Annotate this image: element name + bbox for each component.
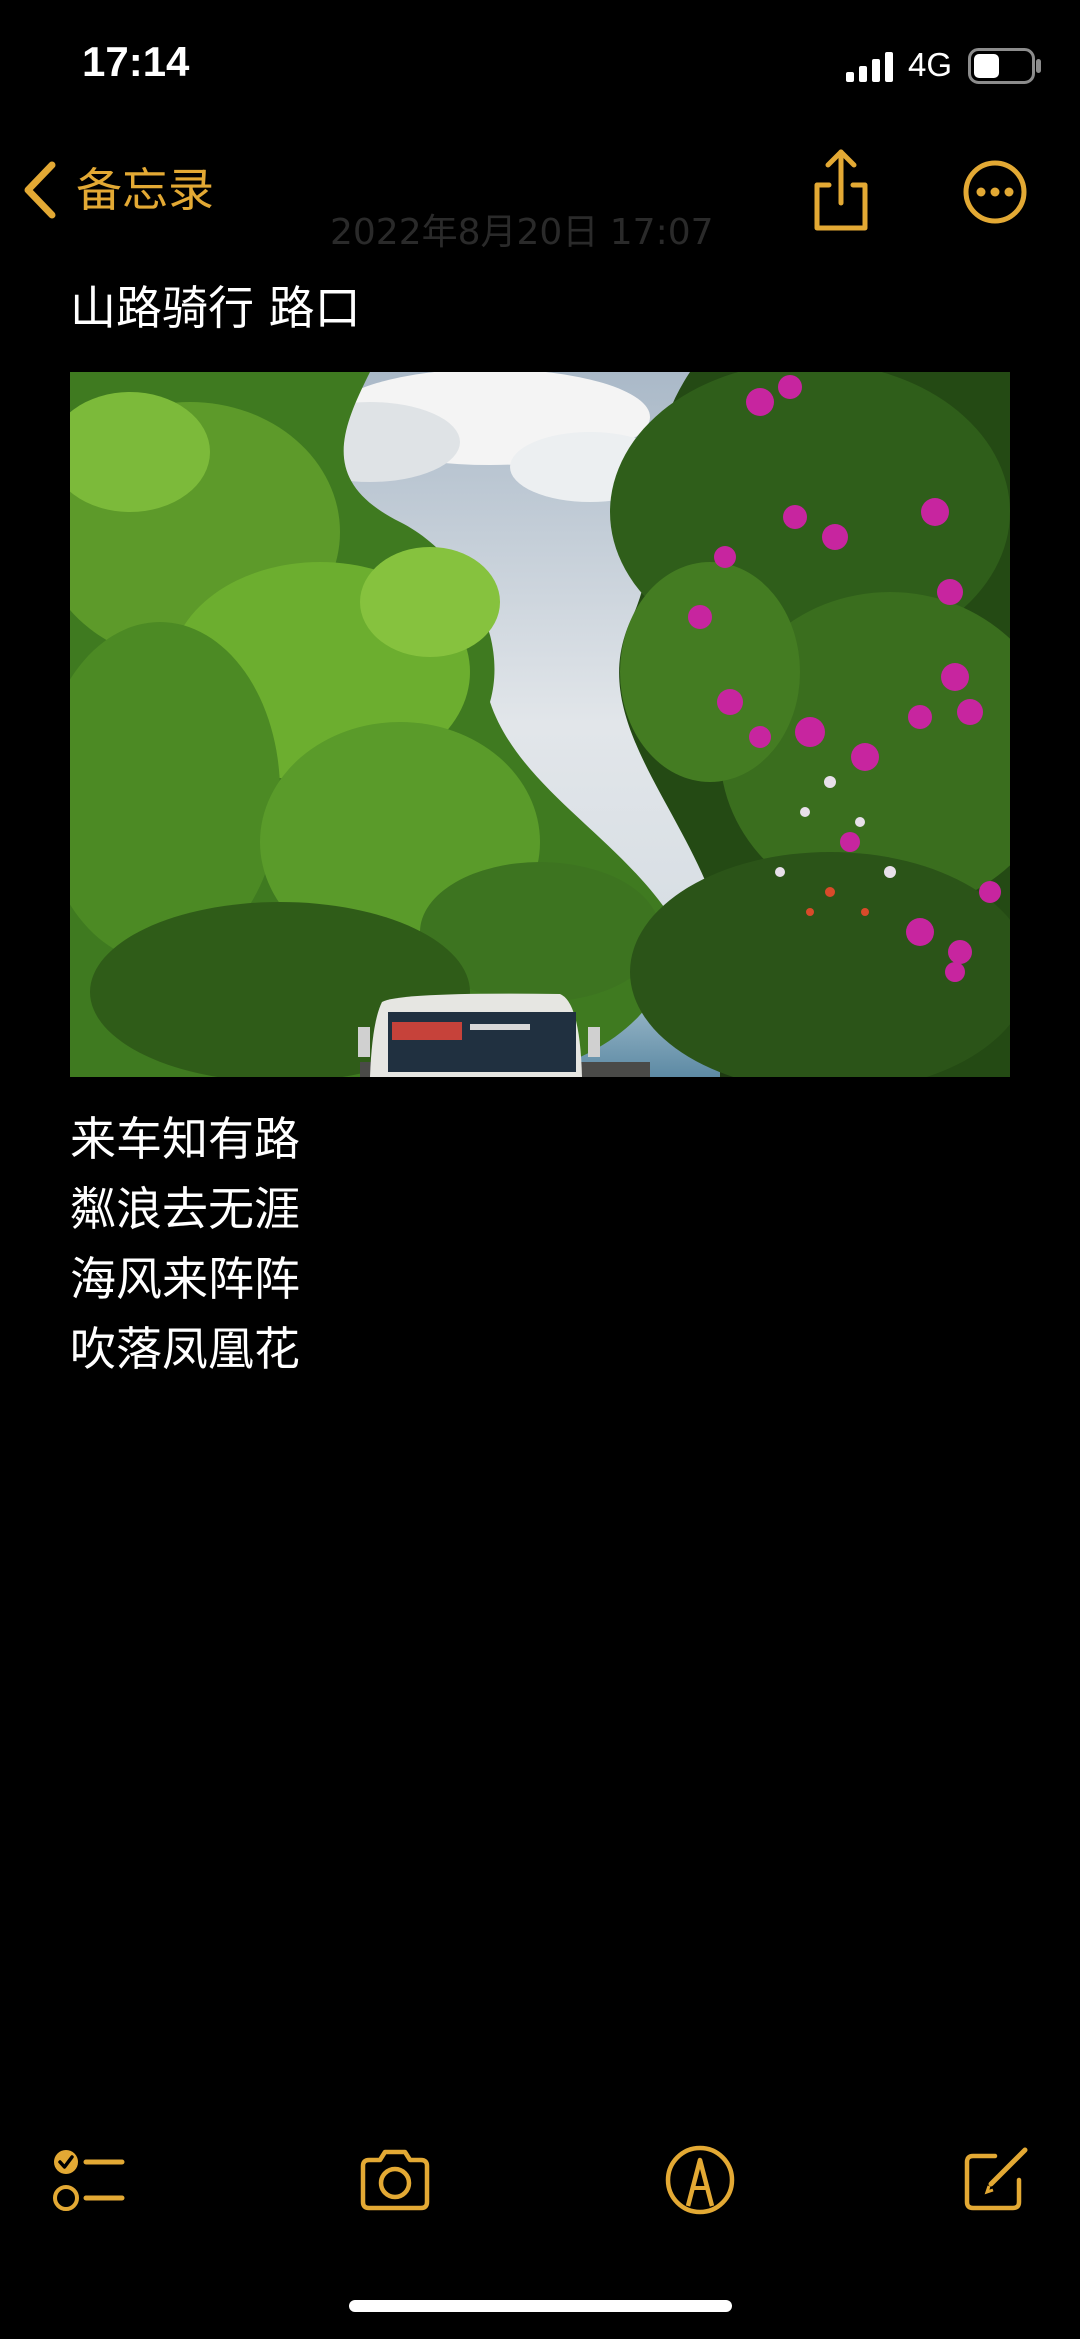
signal-strength-icon — [846, 52, 893, 82]
back-button[interactable]: 备忘录 — [22, 155, 214, 225]
camera-icon[interactable] — [355, 2140, 435, 2220]
note-body[interactable]: 来车知有路 粼浪去无涯 海风来阵阵 吹落凤凰花 — [70, 1104, 300, 1384]
note-photo[interactable] — [70, 372, 1010, 1077]
bottom-toolbar — [0, 2130, 1080, 2230]
compose-icon[interactable] — [955, 2140, 1035, 2220]
poem-line: 吹落凤凰花 — [70, 1322, 300, 1376]
poem-line: 来车知有路 — [70, 1112, 300, 1166]
network-type: 4G — [908, 46, 953, 83]
status-bar: 17:14 4G — [0, 0, 1080, 135]
checklist-icon[interactable] — [48, 2140, 128, 2220]
battery-icon — [968, 48, 1041, 84]
poem-line: 粼浪去无涯 — [70, 1182, 300, 1236]
note-date-ghost: 2022年8月20日 17:07 — [330, 212, 714, 253]
share-icon[interactable] — [806, 145, 876, 235]
back-label: 备忘录 — [76, 163, 214, 217]
status-time: 17:14 — [82, 38, 190, 85]
markup-pen-icon[interactable] — [660, 2140, 740, 2220]
nav-bar: 备忘录 2022年8月20日 17:07 — [0, 145, 1080, 253]
more-icon[interactable] — [962, 159, 1028, 225]
note-title[interactable]: 山路骑行 路口 — [70, 278, 361, 338]
home-indicator[interactable] — [349, 2300, 732, 2312]
poem-line: 海风来阵阵 — [70, 1252, 300, 1306]
chevron-left-icon — [24, 161, 56, 219]
